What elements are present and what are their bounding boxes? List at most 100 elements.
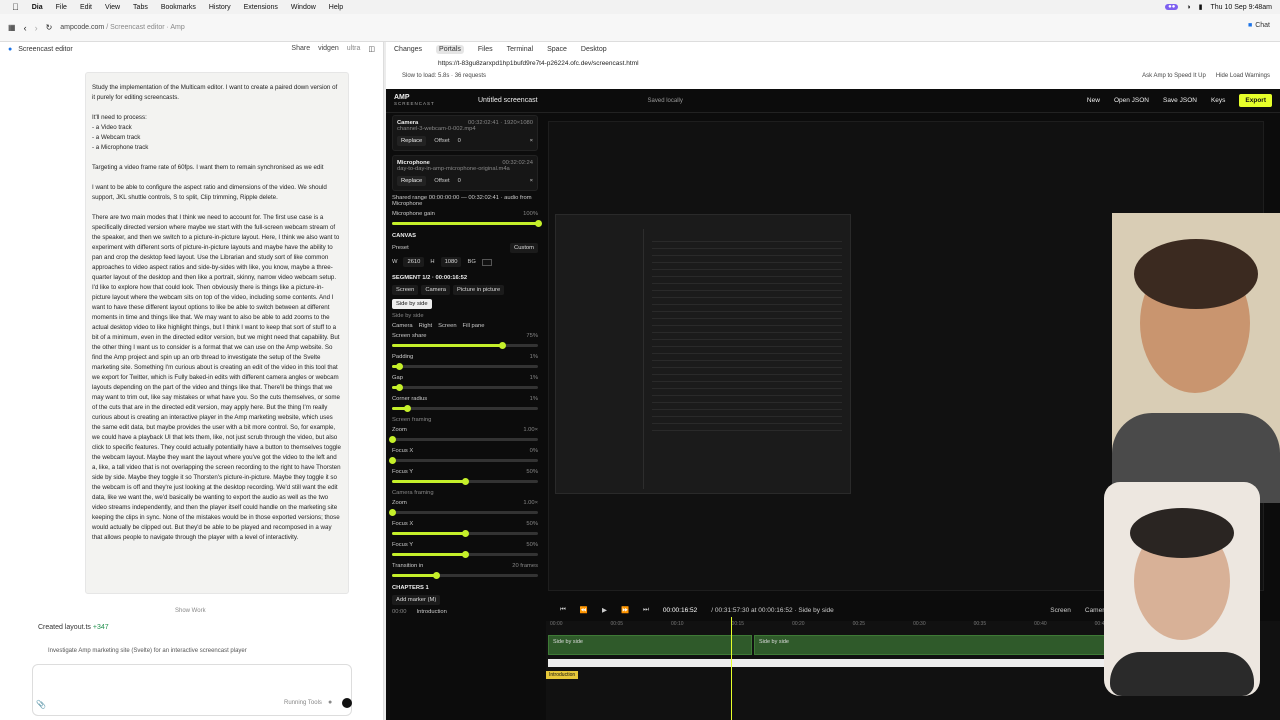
keys-button[interactable]: Keys (1211, 97, 1225, 104)
screen-fit-select[interactable]: Fill pane (463, 323, 485, 329)
chapter-marker[interactable]: Introduction (546, 671, 579, 679)
tab-portals[interactable]: Portals (436, 44, 464, 54)
menu-app-name[interactable]: Dia (32, 4, 43, 11)
segment-slider-value: 75% (526, 333, 538, 339)
menu-file[interactable]: File (56, 4, 67, 11)
slider-knob[interactable] (389, 457, 396, 464)
slider-knob[interactable] (462, 551, 469, 558)
menu-help[interactable]: Help (329, 4, 343, 11)
microphone-remove-button[interactable]: × (530, 178, 533, 184)
show-work-button[interactable]: Show Work (175, 608, 206, 614)
slider-knob[interactable] (389, 436, 396, 443)
menu-history[interactable]: History (209, 4, 231, 11)
project-title[interactable]: Untitled screencast (478, 97, 538, 104)
playhead[interactable] (731, 617, 732, 720)
screen-framing-slider[interactable] (392, 478, 538, 485)
timeline-clip[interactable]: Side by side (754, 635, 1114, 655)
forward-icon[interactable]: › (35, 23, 38, 33)
sidebar-toggle-icon[interactable]: ▦ (8, 23, 16, 32)
subthread-item[interactable]: Investigate Amp marketing site (Svelte) … (48, 648, 247, 654)
slider-knob[interactable] (462, 530, 469, 537)
slider-knob[interactable] (403, 405, 411, 412)
camera-offset-input[interactable]: 0 (458, 138, 461, 144)
rewind-icon[interactable]: ⏪ (580, 606, 588, 614)
portal-url-bar[interactable]: https://t-83gu8zarxpd1hp1bufd9re7t4-p262… (386, 56, 1280, 71)
created-file-row[interactable]: Created layout.ts +347 (38, 624, 109, 631)
menu-tabs[interactable]: Tabs (133, 4, 148, 11)
camera-framing-slider[interactable] (389, 509, 538, 516)
export-button[interactable]: Export (1239, 94, 1272, 107)
camera-replace-button[interactable]: Replace (397, 136, 427, 146)
menu-bookmarks[interactable]: Bookmarks (161, 4, 196, 11)
slider-knob[interactable] (462, 478, 469, 485)
transition-slider[interactable] (392, 572, 538, 579)
segment-slider[interactable] (392, 405, 538, 412)
battery-icon[interactable]: ▮ (1199, 3, 1203, 11)
menu-extensions[interactable]: Extensions (244, 4, 278, 11)
preset-select[interactable]: Custom (510, 243, 538, 253)
stop-button[interactable] (342, 698, 352, 708)
slider-knob[interactable] (389, 509, 396, 516)
portal-url[interactable]: https://t-83gu8zarxpd1hp1bufd9re7t4-p262… (438, 60, 639, 67)
camera-remove-button[interactable]: × (530, 138, 533, 144)
layout-side-by-side-button[interactable]: Side by side (392, 299, 432, 309)
menu-window[interactable]: Window (291, 4, 316, 11)
screen-toggle[interactable]: Screen (1050, 607, 1071, 614)
timeline-clip[interactable]: Side by side (548, 635, 752, 655)
hide-warnings-button[interactable]: Hide Load Warnings (1216, 73, 1270, 79)
address-bar[interactable]: ampcode.com / Screencast editor · Amp (60, 24, 185, 31)
user-label[interactable]: vidgen (318, 45, 339, 53)
clock[interactable]: Thu 10 Sep 9:48am (1211, 4, 1273, 11)
skip-start-icon[interactable]: ⏮ (560, 606, 566, 614)
mic-gain-slider[interactable] (392, 220, 542, 227)
chat-button[interactable]: ■ Chat (1248, 22, 1270, 29)
chapter-name[interactable]: Introduction (417, 609, 447, 615)
height-input[interactable]: 1080 (440, 257, 462, 267)
ask-amp-button[interactable]: Ask Amp to Speed It Up (1142, 73, 1206, 79)
bg-color-swatch[interactable] (481, 258, 492, 266)
width-input[interactable]: 2610 (403, 257, 425, 267)
status-pill-icon[interactable]: ●● (1165, 4, 1179, 10)
mic-icon[interactable]: ● (328, 699, 332, 706)
camera-pos-select[interactable]: Right (419, 323, 433, 329)
microphone-replace-button[interactable]: Replace (397, 176, 427, 186)
menu-edit[interactable]: Edit (80, 4, 92, 11)
reload-icon[interactable]: ↻ (46, 23, 53, 32)
save-json-button[interactable]: Save JSON (1163, 97, 1197, 104)
add-marker-button[interactable]: Add marker (M) (392, 595, 441, 605)
slider-knob[interactable] (396, 363, 404, 370)
apple-icon[interactable]:  (12, 2, 19, 12)
screen-framing-slider[interactable] (389, 457, 538, 464)
slider-knob[interactable] (396, 384, 404, 391)
wifi-icon[interactable]: ◑ (1186, 4, 1190, 11)
segment-slider[interactable] (392, 342, 538, 349)
tab-files[interactable]: Files (478, 46, 493, 53)
mode-label[interactable]: ultra (347, 45, 361, 53)
tab-space[interactable]: Space (547, 46, 567, 53)
tab-desktop[interactable]: Desktop (581, 46, 607, 53)
message-input[interactable] (32, 664, 352, 716)
share-button[interactable]: Share (291, 45, 310, 53)
layout-pip-button[interactable]: Picture in picture (453, 285, 505, 295)
camera-framing-slider[interactable] (392, 530, 538, 537)
open-json-button[interactable]: Open JSON (1114, 97, 1149, 104)
tab-terminal[interactable]: Terminal (507, 46, 533, 53)
camera-framing-slider[interactable] (392, 551, 538, 558)
attach-icon[interactable]: 📎 (36, 700, 46, 709)
layout-icon[interactable]: ◫ (368, 45, 375, 53)
back-icon[interactable]: ‹ (24, 23, 27, 33)
menu-view[interactable]: View (105, 4, 120, 11)
screen-framing-slider[interactable] (389, 436, 538, 443)
play-icon[interactable]: ▶ (602, 606, 607, 614)
microphone-offset-input[interactable]: 0 (458, 178, 461, 184)
skip-end-icon[interactable]: ⏭ (643, 606, 649, 614)
slider-knob[interactable] (498, 342, 506, 349)
layout-camera-button[interactable]: Camera (421, 285, 450, 295)
segment-slider[interactable] (392, 384, 538, 391)
layout-screen-button[interactable]: Screen (392, 285, 419, 295)
tab-changes[interactable]: Changes (394, 46, 422, 53)
segment-slider[interactable] (392, 363, 538, 370)
fast-forward-icon[interactable]: ⏩ (621, 606, 629, 614)
thread-title[interactable]: Screencast editor (18, 46, 72, 53)
new-button[interactable]: New (1087, 97, 1100, 104)
